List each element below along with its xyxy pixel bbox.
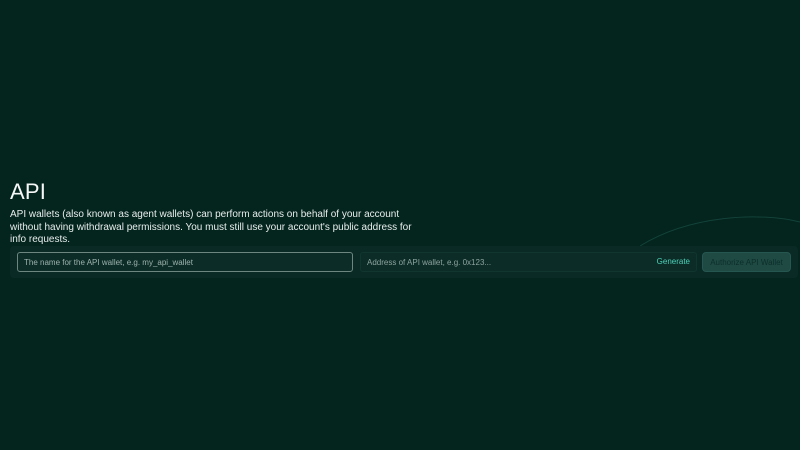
- page-description: API wallets (also known as agent wallets…: [10, 209, 412, 245]
- api-wallet-name-input[interactable]: [17, 252, 353, 272]
- api-wallet-form: Generate Authorize API Wallet: [10, 246, 798, 278]
- generate-button[interactable]: Generate: [657, 253, 690, 271]
- page-title: API: [10, 179, 47, 204]
- api-wallet-address-field: Generate: [360, 252, 697, 272]
- api-wallet-address-input[interactable]: [361, 253, 641, 271]
- api-page: API API wallets (also known as agent wal…: [10, 178, 798, 278]
- authorize-api-wallet-button[interactable]: Authorize API Wallet: [702, 252, 791, 272]
